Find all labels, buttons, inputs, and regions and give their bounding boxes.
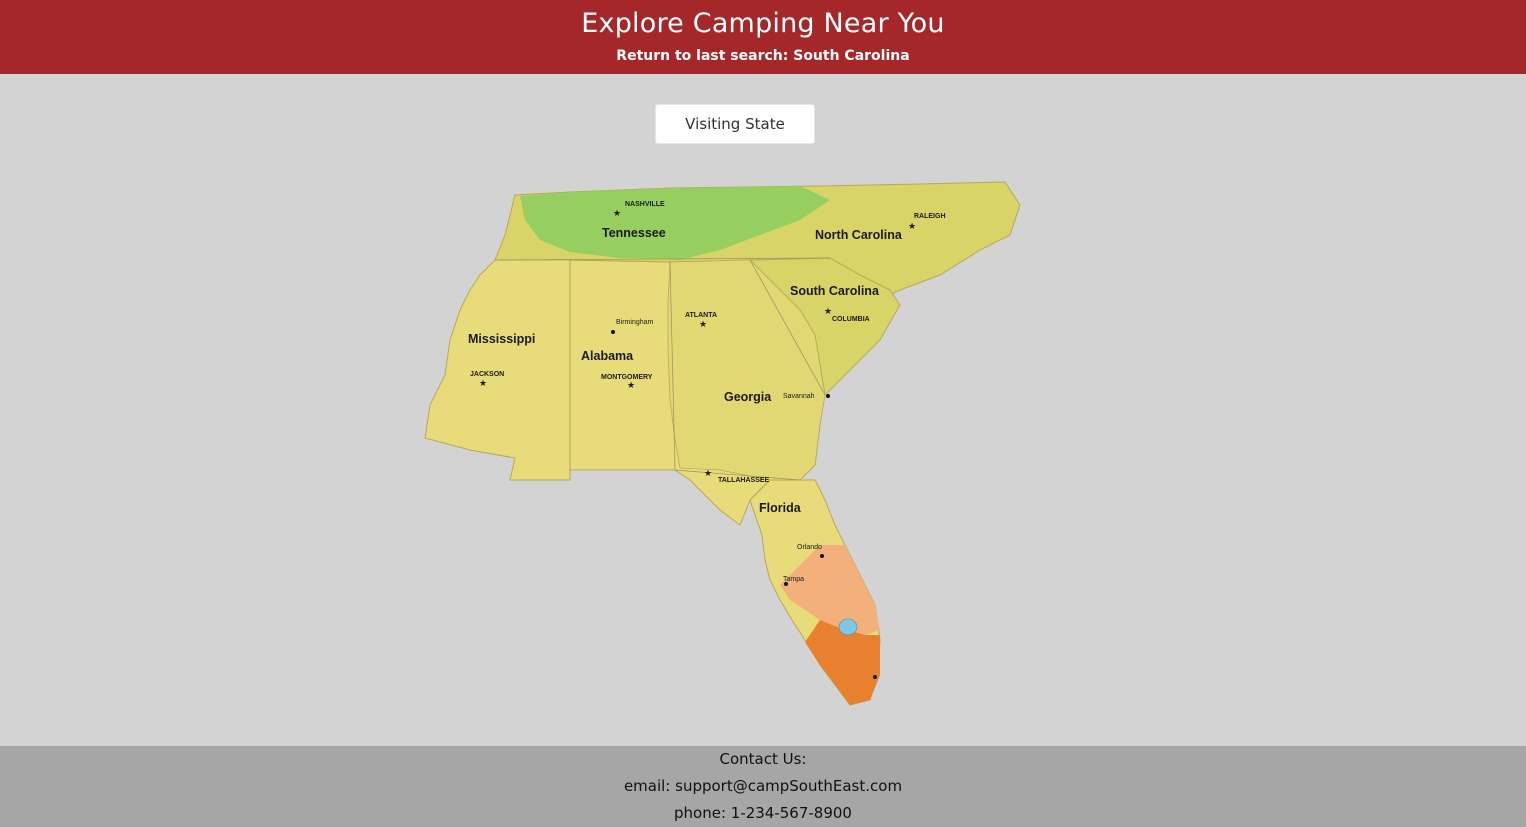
label-mississippi[interactable]: Mississippi: [468, 332, 535, 346]
contact-heading: Contact Us:: [719, 750, 807, 768]
star-icon: ★: [613, 208, 621, 218]
contact-email[interactable]: email: support@campSouthEast.com: [0, 777, 1526, 795]
star-icon: ★: [699, 319, 707, 329]
star-icon: ★: [704, 468, 712, 478]
city-dot: [820, 554, 824, 558]
label-tennessee[interactable]: Tennessee: [602, 226, 666, 240]
label-florida[interactable]: Florida: [759, 501, 802, 515]
return-prefix: Return to last search:: [616, 48, 794, 64]
city-dot: [611, 330, 615, 334]
return-state: South Carolina: [793, 48, 910, 64]
page-header: Explore Camping Near You Return to last …: [0, 0, 1526, 74]
southeast-map-svg[interactable]: Tennessee North Carolina South Carolina …: [420, 180, 1040, 740]
label-alabama[interactable]: Alabama: [581, 349, 634, 363]
label-south-carolina[interactable]: South Carolina: [790, 284, 880, 298]
label-city-montgomery[interactable]: MONTGOMERY: [601, 374, 653, 381]
label-city-birmingham[interactable]: Birmingham: [616, 319, 654, 326]
label-city-tallahassee[interactable]: TALLAHASSEE: [718, 477, 770, 484]
star-icon: ★: [824, 306, 832, 316]
label-city-tampa[interactable]: Tampa: [783, 576, 804, 583]
contact-phone[interactable]: phone: 1-234-567-8900: [0, 804, 1526, 822]
label-city-nashville[interactable]: NASHVILLE: [625, 201, 665, 208]
star-icon: ★: [908, 221, 916, 231]
label-city-jackson[interactable]: JACKSON: [470, 371, 504, 378]
star-icon: ★: [627, 380, 635, 390]
southeast-map[interactable]: Tennessee North Carolina South Carolina …: [420, 180, 1040, 740]
page-footer: Contact Us: email: support@campSouthEast…: [0, 746, 1526, 827]
label-city-atlanta[interactable]: ATLANTA: [685, 312, 717, 319]
label-georgia[interactable]: Georgia: [724, 390, 772, 404]
star-icon: ★: [479, 378, 487, 388]
label-city-orlando[interactable]: Orlando: [797, 544, 822, 551]
visiting-state-button[interactable]: Visiting State: [655, 104, 815, 144]
return-to-last-search-link[interactable]: Return to last search: South Carolina: [0, 48, 1526, 64]
page-title: Explore Camping Near You: [581, 8, 945, 39]
city-dot: [826, 394, 830, 398]
city-dot: [873, 675, 877, 679]
label-city-columbia[interactable]: COLUMBIA: [832, 316, 870, 323]
lake-okeechobee: [838, 618, 858, 636]
label-north-carolina[interactable]: North Carolina: [815, 228, 903, 242]
label-city-raleigh[interactable]: RALEIGH: [914, 213, 946, 220]
label-city-savannah[interactable]: Savannah: [783, 393, 815, 400]
